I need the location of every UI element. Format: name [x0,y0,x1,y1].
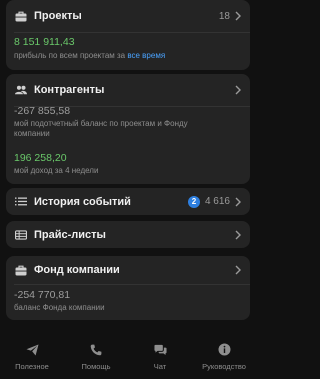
counterparties-title: Контрагенты [34,84,105,96]
tab-label: Полезное [15,362,49,371]
divider [14,32,250,33]
briefcase-icon [15,10,27,22]
chevron-right-icon [235,11,241,21]
counterparties-header[interactable]: Контрагенты [6,74,250,106]
chat-icon [153,343,167,356]
info-icon [218,343,231,356]
tab-useful[interactable]: Полезное [0,334,64,379]
profit-caption-text: прибыль по всем проектам за [14,51,126,60]
send-icon [26,343,39,356]
tab-guide[interactable]: Руководство [192,334,256,379]
tab-help[interactable]: Помощь [64,334,128,379]
divider [14,284,250,285]
bottom-tab-bar: Полезное Помощь Чат Руководство [0,334,256,379]
counterparties-balance-value: -267 855,58 [14,105,71,117]
events-card[interactable]: История событий 2 4 616 [6,188,250,215]
projects-profit-value: 8 151 911,43 [14,36,75,48]
chevron-right-icon [235,265,241,275]
tab-label: Руководство [202,362,246,371]
tab-label: Чат [153,362,167,371]
list-icon [15,196,27,208]
projects-header[interactable]: Проекты 18 [6,0,250,32]
fund-card[interactable]: Фонд компании -254 770,81 баланс Фонда к… [6,256,250,320]
chevron-right-icon [235,197,241,206]
projects-profit-caption: прибыль по всем проектам за все время [14,51,242,61]
tab-chat[interactable]: Чат [128,334,192,379]
fund-balance-value: -254 770,81 [14,289,71,301]
tab-label: Помощь [81,362,111,371]
table-icon [15,229,27,241]
price-lists-title: Прайс-листы [34,228,106,241]
fund-title: Фонд компании [34,264,120,276]
period-link[interactable]: все время [127,51,165,60]
events-title: История событий [34,195,131,208]
counterparties-income-value: 196 258,20 [14,152,67,164]
people-icon [15,84,27,96]
events-header[interactable]: История событий 2 4 616 [6,188,250,215]
counterparties-balance-caption: мой подотчетный баланс по проектам и Фон… [14,119,188,138]
price-lists-card[interactable]: Прайс-листы [6,221,250,248]
events-unread-badge: 2 [188,195,200,208]
price-lists-header[interactable]: Прайс-листы [6,221,250,248]
projects-title: Проекты [34,10,82,22]
projects-count: 18 [218,10,230,22]
events-count: 4 616 [204,196,230,207]
projects-card[interactable]: Проекты 18 8 151 911,43 прибыль по всем … [6,0,250,70]
fund-balance-caption: баланс Фонда компании [14,303,105,312]
chevron-right-icon [235,85,241,95]
chevron-right-icon [235,230,241,239]
bank-icon [15,264,27,276]
counterparties-income-caption: мой доход за 4 недели [14,166,99,175]
counterparties-card[interactable]: Контрагенты -267 855,58 мой подотчетный … [6,74,250,184]
phone-icon [90,343,103,356]
fund-header[interactable]: Фонд компании [6,256,250,284]
